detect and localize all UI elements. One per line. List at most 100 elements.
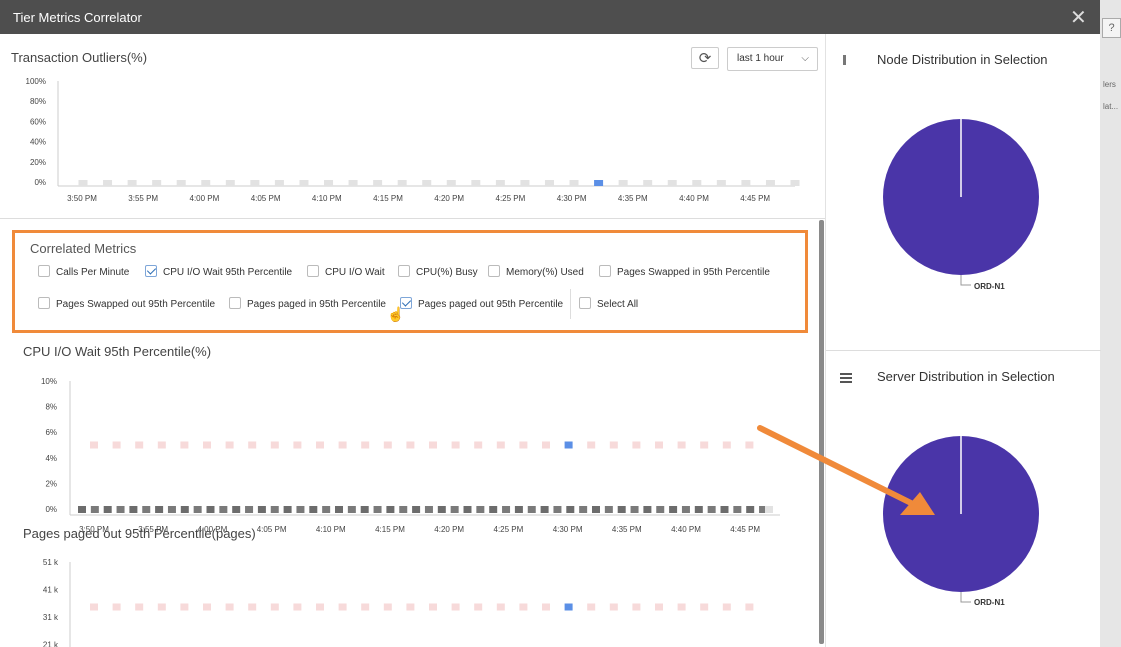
- band-point: [135, 441, 144, 449]
- bar: [544, 180, 554, 186]
- checkbox-box[interactable]: [38, 297, 50, 310]
- base-bar: [424, 506, 433, 513]
- bar: [152, 180, 162, 186]
- band-point: [632, 441, 641, 449]
- checkbox-select-all[interactable]: Select All: [579, 297, 638, 312]
- node-distribution-pie: [883, 119, 1039, 286]
- checkbox-box[interactable]: [488, 265, 500, 278]
- base-bar: [707, 506, 716, 513]
- base-bar: [592, 506, 600, 513]
- checkbox-box[interactable]: [307, 265, 319, 278]
- time-range-select[interactable]: last 1 hour ⌵: [727, 47, 818, 71]
- band-point: [406, 603, 415, 611]
- checkbox-pages-swapped-out[interactable]: Pages Swapped out 95th Percentile: [38, 297, 215, 312]
- band-point: [700, 603, 709, 611]
- base-bar: [399, 506, 408, 513]
- checkbox-box[interactable]: [38, 265, 50, 278]
- checkbox-calls-per-minute[interactable]: Calls Per Minute: [38, 265, 129, 280]
- base-bar: [116, 506, 125, 513]
- bar: [176, 180, 186, 186]
- base-bar: [643, 506, 652, 513]
- annotation-arrow-line: [757, 425, 918, 508]
- base-bar: [694, 506, 703, 513]
- checkbox-box[interactable]: [145, 265, 157, 278]
- bar: [495, 180, 505, 186]
- x-tick-label: 4:25 PM: [496, 194, 526, 203]
- checkbox-pages-paged-in[interactable]: Pages paged in 95th Percentile: [229, 297, 386, 312]
- bar: [765, 180, 775, 186]
- bar: [446, 180, 456, 186]
- y-tick-label: 31 k: [43, 613, 59, 622]
- bar: [127, 180, 137, 186]
- x-tick-label: 4:30 PM: [553, 525, 583, 534]
- x-tick-label: 3:55 PM: [128, 194, 158, 203]
- base-bar: [412, 506, 421, 513]
- band-point: [519, 603, 528, 611]
- checkbox-pages-paged-out[interactable]: Pages paged out 95th Percentile: [400, 297, 563, 312]
- checkbox-box[interactable]: [398, 265, 410, 278]
- x-tick-label: 4:10 PM: [312, 194, 342, 203]
- base-bar: [360, 506, 369, 513]
- band-point: [655, 441, 663, 449]
- x-tick-label: 4:05 PM: [257, 525, 287, 534]
- band-point: [203, 441, 211, 449]
- checkbox-cpu-io-wait[interactable]: CPU I/O Wait: [307, 265, 385, 280]
- base-bar: [476, 506, 485, 513]
- bar: [643, 180, 653, 186]
- base-bar: [193, 506, 202, 513]
- base-bar: [219, 506, 228, 513]
- base-bar: [681, 506, 690, 513]
- base-bar: [180, 506, 189, 513]
- x-tick-label: 4:00 PM: [190, 194, 220, 203]
- bar: [225, 180, 235, 186]
- bar: [569, 180, 579, 186]
- server-menu-icon[interactable]: [840, 373, 852, 385]
- bar: [274, 180, 284, 186]
- y-tick-label: 10%: [41, 377, 57, 386]
- distribution-pane: Node Distribution in Selection ORD-N1 Se…: [825, 34, 1101, 647]
- band-point: [677, 441, 686, 449]
- chevron-down-icon: ⌵: [801, 53, 809, 64]
- mouse-cursor-hand-icon: ☝: [387, 306, 405, 322]
- y-tick-label: 6%: [45, 428, 57, 437]
- x-tick-label: 4:20 PM: [434, 525, 464, 534]
- checkbox-memory-used[interactable]: Memory(%) Used: [488, 265, 584, 280]
- node-menu-icon[interactable]: [843, 55, 847, 67]
- window-title: Tier Metrics Correlator: [13, 10, 142, 25]
- checkbox-box[interactable]: [579, 297, 591, 310]
- checkbox-box[interactable]: [229, 297, 241, 310]
- band-point: [722, 603, 731, 611]
- band-point: [293, 441, 302, 449]
- close-icon[interactable]: ✕: [1070, 5, 1087, 30]
- refresh-button[interactable]: ⟳: [691, 47, 719, 69]
- band-point: [90, 441, 98, 449]
- checkbox-cpu-io-wait-95th[interactable]: CPU I/O Wait 95th Percentile: [145, 265, 292, 280]
- base-bar: [489, 506, 498, 513]
- band-point: [406, 441, 415, 449]
- pages-chart-title: Pages paged out 95th Percentile(pages): [23, 526, 256, 541]
- x-tick-label: 4:20 PM: [434, 194, 464, 203]
- x-tick-label: 4:25 PM: [494, 525, 524, 534]
- x-tick-label: 4:45 PM: [740, 194, 770, 203]
- annotation-arrow: [757, 425, 935, 515]
- correlated-metrics-title: Correlated Metrics: [30, 241, 137, 256]
- bar: [373, 180, 383, 186]
- base-bar: [78, 506, 86, 513]
- y-tick-label: 100%: [26, 77, 46, 86]
- band-point: [316, 441, 324, 449]
- y-tick-label: 51 k: [43, 558, 59, 567]
- band-point: [655, 603, 663, 611]
- help-button[interactable]: ?: [1102, 18, 1121, 38]
- checkbox-cpu-busy[interactable]: CPU(%) Busy: [398, 265, 478, 280]
- band-point: [338, 441, 347, 449]
- band-point: [632, 603, 641, 611]
- band-point: [248, 441, 257, 449]
- base-bar: [630, 506, 639, 513]
- checkbox-pages-swapped-in[interactable]: Pages Swapped in 95th Percentile: [599, 265, 770, 280]
- checkbox-box[interactable]: [599, 265, 611, 278]
- slice-label-leader: [960, 275, 971, 286]
- x-tick-label: 4:35 PM: [618, 194, 648, 203]
- base-bar: [283, 506, 292, 513]
- band-point: [542, 441, 550, 449]
- band-point: [519, 441, 528, 449]
